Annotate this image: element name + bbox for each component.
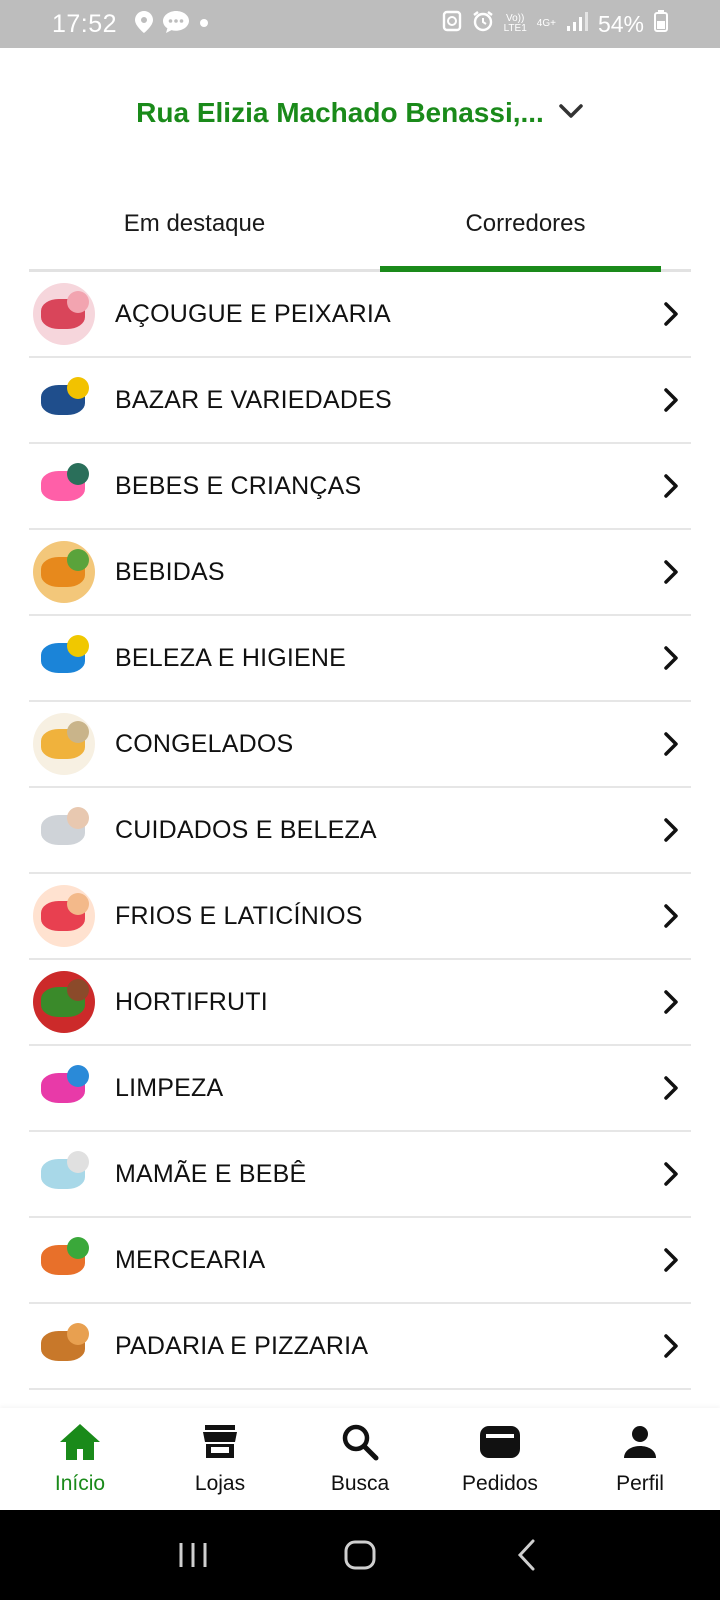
category-row[interactable]: MERCEARIA: [29, 1218, 691, 1304]
bottom-navigation: Início Lojas Busca Pedidos Perfil: [0, 1408, 720, 1510]
chat-notification-icon: [163, 10, 190, 38]
chevron-right-icon: [651, 559, 691, 585]
home-icon: [58, 1422, 102, 1468]
tab-bar: Em destaque Corredores: [29, 178, 691, 272]
bucket-mop-icon: [33, 369, 95, 431]
home-system-button[interactable]: [330, 1525, 390, 1585]
nav-label: Pedidos: [462, 1472, 538, 1495]
category-row[interactable]: MAMÃE E BEBÊ: [29, 1132, 691, 1218]
chevron-right-icon: [651, 989, 691, 1015]
dot-indicator-icon: [199, 15, 209, 33]
tab-em-destaque[interactable]: Em destaque: [29, 178, 360, 269]
category-label: LIMPEZA: [115, 1073, 224, 1102]
meat-icon: [33, 283, 95, 345]
category-row[interactable]: CONGELADOS: [29, 702, 691, 788]
category-label: CONGELADOS: [115, 729, 294, 758]
category-row[interactable]: BELEZA E HIGIENE: [29, 616, 691, 702]
chevron-right-icon: [651, 731, 691, 757]
volte-indicator: Vo)) LTE1: [503, 13, 527, 34]
recent-apps-icon: [179, 1543, 207, 1567]
nav-pedidos[interactable]: Pedidos: [440, 1422, 560, 1496]
category-row[interactable]: HORTIFRUTI: [29, 960, 691, 1046]
beauty-care-icon: [33, 799, 95, 861]
chevron-right-icon: [651, 473, 691, 499]
category-label: BAZAR E VARIEDADES: [115, 385, 392, 414]
cleaning-products-icon: [33, 1057, 95, 1119]
category-label: AÇOUGUE E PEIXARIA: [115, 299, 391, 328]
category-list: AÇOUGUE E PEIXARIA BAZAR E VARIEDADES BEBE…: [29, 272, 691, 1390]
signal-icon: [566, 11, 588, 38]
nav-busca[interactable]: Busca: [300, 1422, 420, 1496]
data-saver-icon: [442, 10, 462, 38]
category-label: BELEZA E HIGIENE: [115, 643, 347, 672]
app-screen: 17:52 Vo)) LTE1 4G+ 54% Rua Elizia Macha…: [0, 0, 720, 1600]
category-row[interactable]: LIMPEZA: [29, 1046, 691, 1132]
chevron-right-icon: [651, 1161, 691, 1187]
chevron-right-icon: [651, 387, 691, 413]
nav-label: Início: [54, 1472, 106, 1495]
category-label: FRIOS E LATICÍNIOS: [115, 901, 363, 930]
status-bar: 17:52 Vo)) LTE1 4G+ 54%: [0, 0, 720, 48]
header: Rua Elizia Machado Benassi,...: [0, 48, 720, 178]
search-icon: [340, 1422, 380, 1468]
battery-percent: 54%: [597, 10, 644, 37]
location-icon: [135, 10, 154, 38]
profile-icon: [620, 1422, 660, 1468]
tab-label: Em destaque: [123, 209, 266, 237]
tab-label: Corredores: [465, 209, 586, 237]
category-label: HORTIFRUTI: [115, 987, 268, 1016]
chevron-right-icon: [651, 1075, 691, 1101]
category-row[interactable]: AÇOUGUE E PEIXARIA: [29, 272, 691, 358]
nav-label: Lojas: [194, 1472, 246, 1495]
hygiene-products-icon: [33, 627, 95, 689]
home-circle-icon: [344, 1540, 376, 1570]
grocery-icon: [33, 1229, 95, 1291]
orders-icon: [478, 1422, 522, 1468]
recent-apps-button[interactable]: [163, 1525, 223, 1585]
category-row[interactable]: CUIDADOS E BELEZA: [29, 788, 691, 874]
category-row[interactable]: BEBIDAS: [29, 530, 691, 616]
category-label: BEBIDAS: [115, 557, 225, 586]
kids-toy-icon: [33, 455, 95, 517]
category-label: PADARIA E PIZZARIA: [115, 1331, 369, 1360]
diapers-icon: [33, 1143, 95, 1205]
bread-icon: [33, 1315, 95, 1377]
chevron-right-icon: [651, 301, 691, 327]
tab-corredores[interactable]: Corredores: [360, 178, 691, 272]
category-row[interactable]: BEBES E CRIANÇAS: [29, 444, 691, 530]
category-label: MERCEARIA: [115, 1245, 266, 1274]
battery-icon: [654, 10, 668, 38]
address-selector[interactable]: Rua Elizia Machado Benassi,...: [136, 97, 584, 129]
store-icon: [200, 1422, 240, 1468]
alarm-icon: [472, 10, 494, 38]
back-arrow-icon: [517, 1539, 535, 1571]
nav-inicio[interactable]: Início: [20, 1422, 140, 1496]
system-navigation-bar: [0, 1510, 720, 1600]
chevron-right-icon: [651, 1333, 691, 1359]
chevron-right-icon: [651, 817, 691, 843]
network-indicator: 4G+: [536, 18, 556, 29]
nav-lojas[interactable]: Lojas: [160, 1422, 280, 1496]
category-row[interactable]: FRIOS E LATICÍNIOS: [29, 874, 691, 960]
category-label: CUIDADOS E BELEZA: [115, 815, 377, 844]
nav-label: Perfil: [616, 1472, 664, 1495]
chevron-right-icon: [651, 903, 691, 929]
nav-perfil[interactable]: Perfil: [580, 1422, 700, 1496]
category-label: BEBES E CRIANÇAS: [115, 471, 362, 500]
category-row[interactable]: PADARIA E PIZZARIA: [29, 1304, 691, 1390]
chevron-down-icon: [558, 103, 584, 124]
category-label: MAMÃE E BEBÊ: [115, 1159, 307, 1188]
cold-cuts-icon: [33, 885, 95, 947]
status-time: 17:52: [52, 9, 118, 38]
category-row[interactable]: BAZAR E VARIEDADES: [29, 358, 691, 444]
chevron-right-icon: [651, 645, 691, 671]
chevron-right-icon: [651, 1247, 691, 1273]
fruits-vegetables-icon: [33, 971, 95, 1033]
address-text: Rua Elizia Machado Benassi,...: [136, 97, 544, 128]
nav-label: Busca: [330, 1472, 390, 1495]
back-button[interactable]: [497, 1525, 557, 1585]
frozen-food-icon: [33, 713, 95, 775]
drinks-icon: [33, 541, 95, 603]
